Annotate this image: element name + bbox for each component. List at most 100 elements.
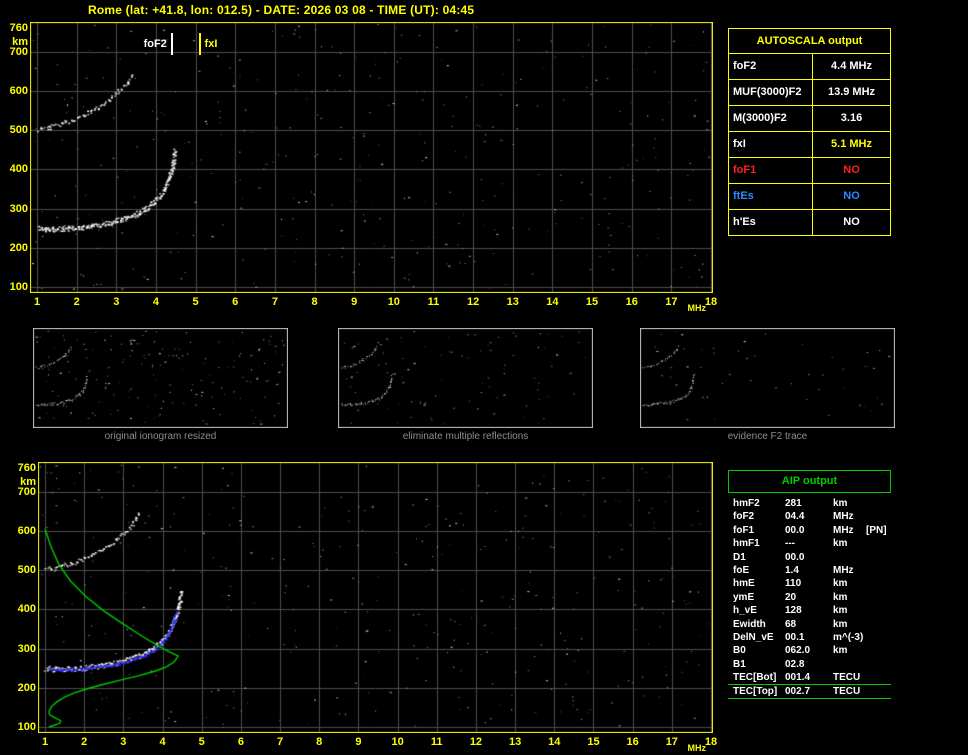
x-tick-label: 12 [469,736,483,748]
parameter-name: fxI [729,132,813,157]
autoscala-table-rows: foF2 4.4 MHz MUF(3000)F2 13.9 MHz M(3000)F2 3… [729,53,890,235]
x-tick-label: 9 [355,736,362,748]
y-tick-label: 600 [9,84,28,97]
aip-row: hmF1 --- km [728,537,891,550]
y-tick-label: 300 [9,202,28,215]
aip-table-rows: hmF2 281 km foF2 04.4 MHz foF1 00.0 MHz [PN] hmF1 -… [728,497,891,700]
y-tick-label: 200 [9,241,28,254]
parameter-flag [866,497,891,510]
aip-row: D1 00.0 [728,551,891,564]
parameter-name: B1 [733,658,746,670]
parameter-value: 00.0 [785,551,805,563]
parameter-value: NO [843,216,860,228]
panel-caption-f2trace: evidence F2 trace [727,431,808,442]
x-tick-label: 17 [665,736,678,748]
aip-row: TEC[Top] 002.7 TECU [728,685,891,700]
x-tick-label: 4 [159,736,166,748]
autoscala-row: foF1 NO [729,157,890,183]
parameter-value: NO [843,164,860,176]
parameter-name: foF1 [733,524,755,536]
y-tick-label: 500 [17,564,36,577]
parameter-name: h'Es [729,210,813,235]
x-tick-label: 12 [466,296,480,308]
parameter-name: hmE [733,578,755,590]
y-tick-label: 400 [9,163,28,176]
y-tick-label: 760 [9,22,28,34]
parameter-flag [866,577,891,590]
parameter-unit: km [833,591,848,603]
parameter-value: --- [785,538,795,550]
y-tick-label: 300 [17,642,36,655]
parameter-unit: MHz [833,511,854,523]
parameter-name: M(3000)F2 [729,106,813,131]
parameter-name: DelN_vE [733,631,774,643]
parameter-unit: km [833,645,848,657]
parameter-flag [866,671,891,684]
x-tick-label: 2 [81,736,88,748]
profile-ionogram-canvas [38,462,713,733]
parameter-name: D1 [733,551,746,563]
x-tick-label: 11 [430,736,443,748]
parameter-value: 20 [785,591,797,603]
parameter-flag [866,537,891,550]
parameter-value: 4.4 MHz [831,60,872,72]
parameter-value: 001.4 [785,672,811,684]
aip-row: foE 1.4 MHz [728,564,891,577]
parameter-value: 02.8 [785,658,805,670]
parameter-unit [833,658,866,671]
parameter-value: NO [843,190,860,202]
aip-row: foF1 00.0 MHz [PN] [728,524,891,537]
x-tick-label: 8 [311,296,318,308]
parameter-unit: km [833,538,848,550]
parameter-unit: TECU [833,686,861,698]
parameter-flag: [PN] [866,524,887,536]
aip-row: B1 02.8 [728,658,891,671]
x-tick-label: 3 [113,296,120,308]
aip-row: foF2 04.4 MHz [728,510,891,523]
autoscala-output-table: AUTOSCALA output foF2 4.4 MHz MUF(3000)F2 1… [728,28,891,236]
y-tick-label: 200 [17,681,36,694]
x-tick-label: 16 [626,736,639,748]
parameter-name: B0 [733,645,746,657]
parameter-name: foF2 [729,54,813,79]
autoscala-row: h'Es NO [729,209,890,235]
x-tick-label: 14 [546,296,559,308]
parameter-name: hmF1 [733,538,760,550]
parameter-value: 128 [785,605,802,617]
parameter-unit: km [833,578,848,590]
parameter-unit: km [833,498,848,509]
y-tick-label: 600 [17,524,36,537]
autoscala-row: ftEs NO [729,183,890,209]
y-tick-label: 700 [17,485,36,498]
parameter-name: TEC[Bot] [733,672,777,684]
x-tick-label: 6 [237,736,244,748]
autoscala-row: fxI 5.1 MHz [729,131,890,157]
x-tick-label: 9 [351,296,358,308]
parameter-flag [866,510,891,523]
parameter-name: hmF2 [733,498,760,509]
autoscala-app-window: { "title": "Rome (lat: +41.8, lon: 012.5… [0,0,968,755]
x-tick-label: 3 [120,736,127,748]
parameter-value: 5.1 MHz [831,138,872,150]
y-tick-label: 100 [17,721,36,733]
parameter-name: TEC[Top] [733,686,778,698]
main-ionogram-canvas [30,22,713,293]
parameter-value: 3.16 [840,112,863,124]
x-tick-label: 7 [271,296,278,308]
y-tick-label: 700 [9,45,28,58]
autoscala-table-header: AUTOSCALA output [756,35,863,47]
x-tick-label: 5 [192,296,199,308]
y-axis-unit-label: km [20,476,36,488]
x-tick-label: 18 [704,296,718,308]
parameter-value: 00.0 [785,524,805,536]
panel-multiple-reflections [338,328,593,428]
y-tick-label: 100 [9,281,28,293]
aip-row: DelN_vE 00.1 m^(-3) [728,631,891,644]
x-tick-label: 18 [704,736,718,748]
x-tick-label: 7 [276,736,284,748]
parameter-value: 062.0 [785,645,811,657]
x-tick-label: 5 [198,736,205,748]
parameter-flag [866,644,891,657]
parameter-value: 1.4 [785,564,799,576]
parameter-unit: MHz [833,564,854,576]
